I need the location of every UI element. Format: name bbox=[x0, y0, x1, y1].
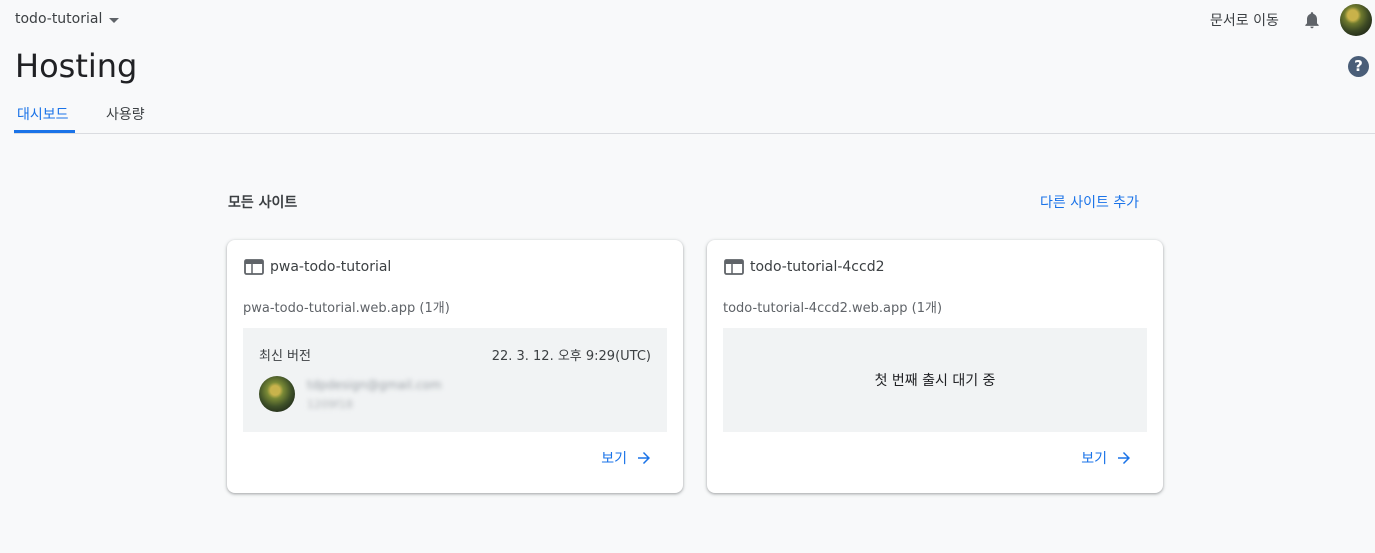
tab-bar: 대시보드 사용량 bbox=[14, 96, 1375, 134]
deployer-version-id: 1209f18 bbox=[307, 398, 353, 411]
site-name: pwa-todo-tutorial bbox=[270, 259, 392, 275]
view-button[interactable]: 보기 bbox=[601, 448, 653, 468]
tab-usage[interactable]: 사용량 bbox=[103, 96, 155, 133]
project-name: todo-tutorial bbox=[15, 11, 103, 27]
view-label: 보기 bbox=[601, 451, 627, 467]
deployer-email: tdpdesign@gmail.com bbox=[307, 378, 442, 392]
site-url[interactable]: todo-tutorial-4ccd2.web.app bbox=[723, 301, 908, 316]
site-name: todo-tutorial-4ccd2 bbox=[750, 259, 885, 275]
site-card-header: pwa-todo-tutorial bbox=[244, 259, 391, 275]
web-site-icon bbox=[244, 259, 264, 275]
site-url-line: todo-tutorial-4ccd2.web.app (1개) bbox=[723, 297, 942, 316]
view-button[interactable]: 보기 bbox=[1081, 448, 1133, 468]
arrow-right-icon bbox=[638, 452, 650, 464]
add-site-link[interactable]: 다른 사이트 추가 bbox=[1040, 192, 1139, 212]
site-domain-count: (1개) bbox=[911, 301, 943, 316]
help-icon[interactable]: ? bbox=[1348, 56, 1369, 77]
deployer-avatar bbox=[259, 376, 295, 412]
view-label: 보기 bbox=[1081, 451, 1107, 467]
waiting-message: 첫 번째 출시 대기 중 bbox=[874, 373, 996, 389]
tab-dashboard[interactable]: 대시보드 bbox=[14, 96, 75, 133]
top-bar: todo-tutorial 문서로 이동 bbox=[0, 0, 1375, 40]
site-card-header: todo-tutorial-4ccd2 bbox=[724, 259, 885, 275]
site-card: todo-tutorial-4ccd2 todo-tutorial-4ccd2.… bbox=[707, 240, 1163, 493]
page-title: Hosting bbox=[15, 47, 138, 85]
site-url-line: pwa-todo-tutorial.web.app (1개) bbox=[243, 297, 450, 316]
bell-icon[interactable] bbox=[1302, 10, 1322, 30]
latest-release-panel: 최신 버전 22. 3. 12. 오후 9:29(UTC) tdpdesign@… bbox=[243, 328, 667, 432]
docs-link[interactable]: 문서로 이동 bbox=[1210, 10, 1279, 30]
arrow-right-icon bbox=[1118, 452, 1130, 464]
release-waiting-panel: 첫 번째 출시 대기 중 bbox=[723, 328, 1147, 432]
project-selector[interactable]: todo-tutorial bbox=[15, 11, 120, 27]
site-url[interactable]: pwa-todo-tutorial.web.app bbox=[243, 301, 415, 316]
account-avatar[interactable] bbox=[1340, 4, 1372, 36]
web-site-icon bbox=[724, 259, 744, 275]
site-domain-count: (1개) bbox=[419, 301, 450, 316]
latest-version-date: 22. 3. 12. 오후 9:29(UTC) bbox=[491, 349, 651, 364]
chevron-down-icon bbox=[109, 17, 120, 23]
section-title: 모든 사이트 bbox=[228, 195, 298, 211]
site-card: pwa-todo-tutorial pwa-todo-tutorial.web.… bbox=[227, 240, 683, 493]
latest-version-label: 최신 버전 bbox=[259, 349, 311, 364]
